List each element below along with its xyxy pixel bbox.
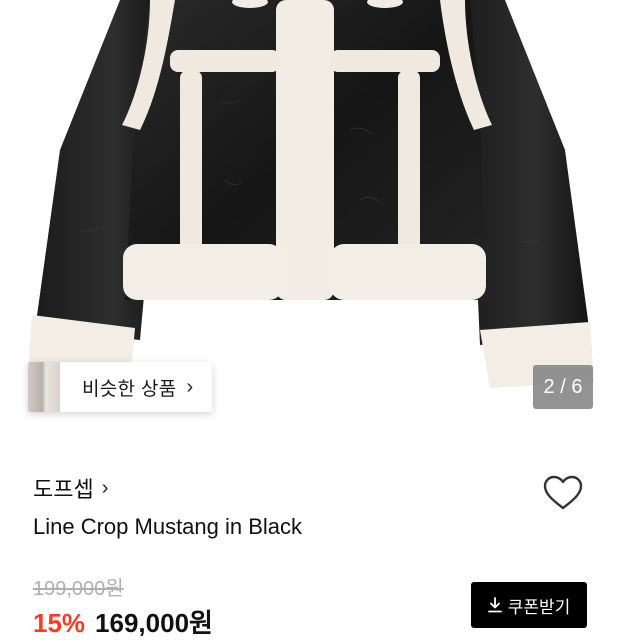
discount-rate: 15% xyxy=(33,608,86,638)
heart-outline-icon xyxy=(543,475,583,510)
like-button[interactable] xyxy=(540,470,586,516)
brand-name: 도프셉 xyxy=(33,477,94,502)
similar-products-label: 비슷한 상품 xyxy=(82,378,177,400)
original-price: 199,000원 xyxy=(33,578,124,600)
product-title: Line Crop Mustang in Black xyxy=(33,514,303,539)
download-icon xyxy=(487,597,502,613)
brand-link[interactable]: 도프셉 › xyxy=(33,472,108,504)
image-pager-indicator: 2 / 6 xyxy=(533,365,593,409)
product-image-gallery[interactable]: 비슷한 상품 › 2 / 6 xyxy=(0,0,620,430)
get-coupon-button[interactable]: 쿠폰받기 xyxy=(471,582,587,628)
chevron-right-icon: › xyxy=(186,375,194,398)
similar-products-button[interactable]: 비슷한 상품 › xyxy=(28,362,212,412)
chevron-right-icon: › xyxy=(101,476,109,499)
similar-product-thumbnail xyxy=(28,362,60,412)
sale-price: 169,000원 xyxy=(95,608,213,638)
price-row: 15% 169,000원 xyxy=(33,603,213,640)
coupon-label: 쿠폰받기 xyxy=(507,597,571,617)
